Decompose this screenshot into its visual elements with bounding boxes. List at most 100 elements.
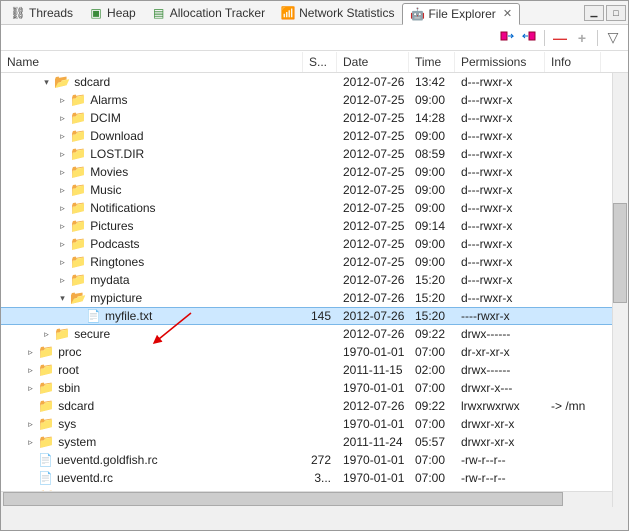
expand-icon[interactable]: ▹ [57, 221, 68, 232]
folder-icon: 📁 [70, 200, 86, 216]
cell-date: 2012-07-25 [337, 219, 409, 233]
col-time[interactable]: Time [409, 52, 455, 72]
table-row[interactable]: ▹📁Alarms2012-07-2509:00d---rwxr-x [1, 91, 628, 109]
table-row[interactable]: ▹📁Download2012-07-2509:00d---rwxr-x [1, 127, 628, 145]
pull-file-button[interactable] [498, 29, 516, 47]
separator [544, 30, 545, 46]
expand-icon[interactable]: ▹ [57, 257, 68, 268]
cell-time: 13:42 [409, 75, 455, 89]
table-row[interactable]: ▹📁system2011-11-2405:57drwxr-xr-x [1, 433, 628, 451]
col-size[interactable]: S... [303, 52, 337, 72]
table-row[interactable]: 📁sdcard2012-07-2609:22lrwxrwxrwx-> /mn [1, 397, 628, 415]
delete-button[interactable]: — [551, 29, 569, 47]
heap-icon: ▣ [89, 6, 103, 20]
expand-icon[interactable]: ▹ [57, 149, 68, 160]
collapse-icon[interactable]: ▾ [57, 293, 68, 304]
cell-time: 09:22 [409, 399, 455, 413]
expand-icon[interactable]: ▹ [57, 185, 68, 196]
table-row[interactable]: 📄ueventd.rc3...1970-01-0107:00-rw-r--r-- [1, 469, 628, 487]
table-row[interactable]: ▹📁DCIM2012-07-2514:28d---rwxr-x [1, 109, 628, 127]
expand-icon[interactable]: ▹ [25, 437, 36, 448]
collapse-icon[interactable]: ▾ [41, 77, 52, 88]
expand-icon[interactable]: ▹ [57, 167, 68, 178]
table-row[interactable]: 📄myfile.txt1452012-07-2615:20----rwxr-x [1, 307, 628, 325]
cell-perm: d---rwxr-x [455, 111, 545, 125]
folder-icon: 📁 [54, 326, 70, 342]
horizontal-scrollbar[interactable] [1, 491, 612, 507]
folder-icon: 📁 [38, 416, 54, 432]
file-name: sys [58, 417, 76, 431]
view-menu-button[interactable]: ▽ [604, 29, 622, 47]
expand-icon[interactable]: ▹ [57, 239, 68, 250]
expand-icon[interactable]: ▹ [25, 365, 36, 376]
cell-date: 2012-07-26 [337, 273, 409, 287]
table-row[interactable]: ▹📁LOST.DIR2012-07-2508:59d---rwxr-x [1, 145, 628, 163]
minimize-button[interactable]: ▁ [584, 5, 604, 21]
cell-perm: d---rwxr-x [455, 201, 545, 215]
expand-icon[interactable]: ▹ [25, 383, 36, 394]
close-icon[interactable]: ✕ [503, 7, 512, 20]
cell-size: 3... [303, 471, 337, 485]
file-name: mypicture [90, 291, 142, 305]
vertical-scrollbar[interactable] [612, 73, 628, 507]
expand-icon[interactable]: ▹ [25, 347, 36, 358]
cell-date: 2012-07-26 [337, 309, 409, 323]
expand-icon[interactable]: ▹ [57, 113, 68, 124]
table-row[interactable]: ▹📁proc1970-01-0107:00dr-xr-xr-x [1, 343, 628, 361]
expand-icon[interactable]: ▹ [57, 131, 68, 142]
file-name: system [58, 435, 96, 449]
col-date[interactable]: Date [337, 52, 409, 72]
tab-heap[interactable]: ▣Heap [81, 2, 144, 24]
expand-icon[interactable]: ▹ [57, 203, 68, 214]
table-row[interactable]: ▹📁Ringtones2012-07-2509:00d---rwxr-x [1, 253, 628, 271]
table-row[interactable]: ▹📁Podcasts2012-07-2509:00d---rwxr-x [1, 235, 628, 253]
push-file-button[interactable] [520, 29, 538, 47]
file-name: sdcard [58, 399, 94, 413]
cell-time: 09:00 [409, 201, 455, 215]
cell-time: 09:22 [409, 327, 455, 341]
table-row[interactable]: ▹📁Movies2012-07-2509:00d---rwxr-x [1, 163, 628, 181]
expand-icon[interactable]: ▹ [57, 95, 68, 106]
col-info[interactable]: Info [545, 52, 601, 72]
table-row[interactable]: ▹📁sys1970-01-0107:00drwxr-xr-x [1, 415, 628, 433]
cell-date: 2011-11-24 [337, 435, 409, 449]
cell-date: 2012-07-26 [337, 75, 409, 89]
table-row[interactable]: ▾📂sdcard2012-07-2613:42d---rwxr-x [1, 73, 628, 91]
cell-size: 145 [303, 309, 337, 323]
table-row[interactable]: ▹📁root2011-11-1502:00drwx------ [1, 361, 628, 379]
table-row[interactable]: 📄ueventd.goldfish.rc2721970-01-0107:00-r… [1, 451, 628, 469]
table-row[interactable]: ▹📁mydata2012-07-2615:20d---rwxr-x [1, 271, 628, 289]
expand-icon[interactable]: ▹ [41, 329, 52, 340]
tab-allocation-tracker[interactable]: ▤Allocation Tracker [144, 2, 273, 24]
expand-icon[interactable]: ▹ [57, 275, 68, 286]
table-row[interactable]: ▹📁Music2012-07-2509:00d---rwxr-x [1, 181, 628, 199]
file-icon: 📄 [38, 453, 53, 467]
cell-time: 09:14 [409, 219, 455, 233]
folder-icon: 📁 [70, 182, 86, 198]
folder-icon: 📁 [70, 110, 86, 126]
file-name: secure [74, 327, 110, 341]
add-button[interactable]: + [573, 29, 591, 47]
table-row[interactable]: ▹📁Notifications2012-07-2509:00d---rwxr-x [1, 199, 628, 217]
no-expander [25, 473, 36, 484]
cell-perm: d---rwxr-x [455, 165, 545, 179]
cell-time: 14:28 [409, 111, 455, 125]
cell-perm: d---rwxr-x [455, 291, 545, 305]
col-name[interactable]: Name [1, 52, 303, 72]
table-row[interactable]: ▾📂mypicture2012-07-2615:20d---rwxr-x [1, 289, 628, 307]
table-row[interactable]: ▹📁sbin1970-01-0107:00drwxr-x--- [1, 379, 628, 397]
tab-network-statistics[interactable]: 📶Network Statistics [273, 2, 402, 24]
cell-perm: d---rwxr-x [455, 147, 545, 161]
tab-file-explorer[interactable]: 🤖File Explorer✕ [402, 3, 520, 25]
cell-perm: d---rwxr-x [455, 93, 545, 107]
col-permissions[interactable]: Permissions [455, 52, 545, 72]
maximize-button[interactable]: □ [606, 5, 626, 21]
cell-size: 272 [303, 453, 337, 467]
column-headers: Name S... Date Time Permissions Info [1, 51, 628, 73]
table-row[interactable]: ▹📁Pictures2012-07-2509:14d---rwxr-x [1, 217, 628, 235]
file-name: root [58, 363, 79, 377]
expand-icon[interactable]: ▹ [25, 419, 36, 430]
table-row[interactable]: ▹📁secure2012-07-2609:22drwx------ [1, 325, 628, 343]
tab-threads[interactable]: ⛓Threads [3, 2, 81, 24]
cell-time: 09:00 [409, 237, 455, 251]
